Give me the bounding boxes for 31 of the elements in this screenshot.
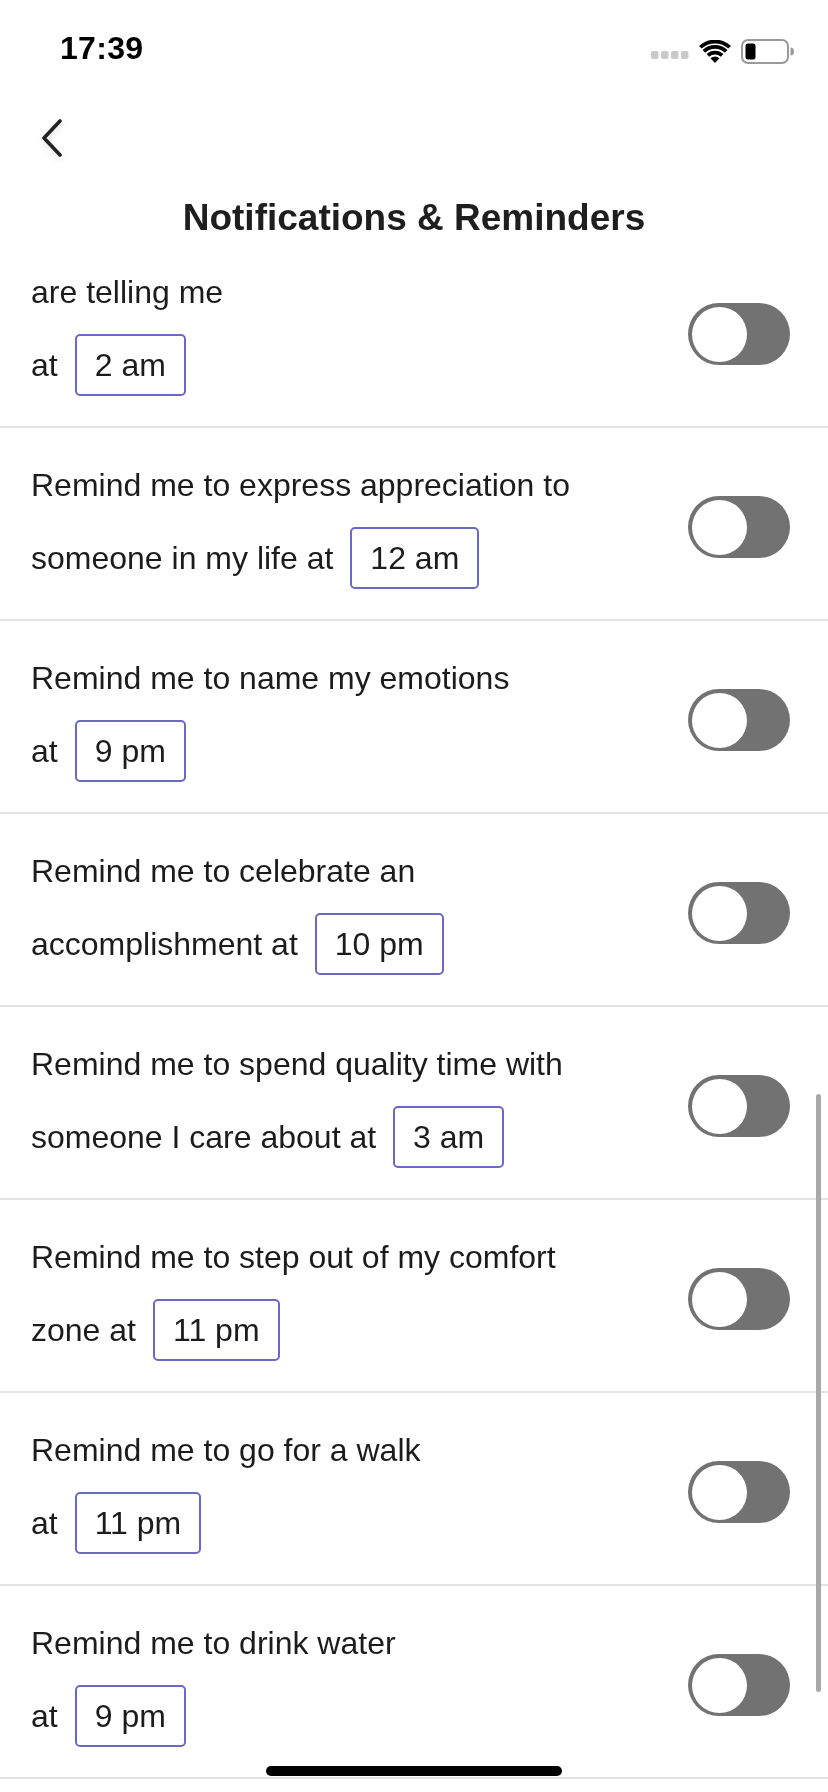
back-button[interactable]	[40, 118, 64, 158]
reminder-text: at	[31, 732, 58, 771]
time-field[interactable]: 10 pm	[314, 913, 444, 975]
signal-icon	[651, 51, 689, 59]
reminder-text: Remind me to spend quality time with	[31, 1045, 563, 1084]
reminder-text: are telling me	[31, 276, 224, 312]
chevron-left-icon	[40, 118, 64, 158]
reminder-text: someone I care about at	[31, 1118, 377, 1157]
time-field[interactable]: 9 pm	[74, 720, 186, 782]
time-field[interactable]: 2 am	[74, 334, 186, 396]
reminder-text: Remind me to drink water	[31, 1624, 396, 1663]
time-field[interactable]: 12 am	[350, 527, 480, 589]
reminder-text: at	[31, 1504, 58, 1543]
reminder-text: someone in my life at	[31, 539, 334, 578]
time-field[interactable]: 3 am	[393, 1106, 505, 1168]
time-field[interactable]: 11 pm	[152, 1299, 280, 1361]
reminder-text: Remind me to celebrate an	[31, 852, 416, 891]
battery-icon	[741, 38, 794, 64]
status-time: 17:39	[60, 32, 144, 64]
reminder-text: at	[31, 346, 58, 385]
reminder-text: Remind me to express appreciation to	[31, 466, 570, 505]
wifi-icon	[699, 39, 731, 63]
reminder-text: zone at	[31, 1311, 136, 1350]
time-field[interactable]: 11 pm	[74, 1492, 202, 1554]
reminder-text: Remind me to step out of my comfort	[31, 1238, 556, 1277]
reminder-text: at	[31, 1697, 58, 1736]
time-field[interactable]: 9 pm	[74, 1685, 186, 1747]
reminder-text: Remind me to go for a walk	[31, 1431, 421, 1470]
reminder-text: accomplishment at	[31, 925, 298, 964]
reminder-text: Remind me to name my emotions	[31, 659, 510, 698]
page-title: Notifications & Reminders	[182, 197, 646, 239]
